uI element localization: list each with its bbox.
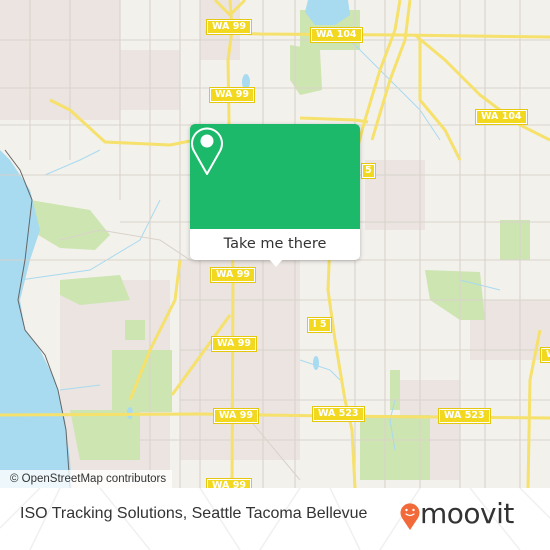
location-popup: Take me there: [190, 124, 360, 267]
road-label-wa104: WA 104: [475, 109, 528, 125]
road-label-i5: I 5: [306, 317, 333, 333]
road-label-wa523: WA 523: [312, 406, 365, 422]
popup-pointer: [268, 258, 284, 267]
road-label-wa99: WA 99: [206, 478, 252, 488]
road-label-i5: 5: [361, 163, 376, 179]
map-attribution[interactable]: © OpenStreetMap contributors: [0, 470, 173, 488]
road-label-partial: W: [539, 347, 550, 363]
map-pin-icon: [191, 127, 223, 175]
place-name: ISO Tracking Solutions, Seattle Tacoma B…: [20, 505, 368, 522]
road-label-wa523: WA 523: [438, 408, 491, 424]
road-label-wa104: WA 104: [310, 27, 363, 43]
popup-header: [190, 124, 360, 229]
road-label-wa99: WA 99: [213, 408, 259, 424]
footer-bar: ISO Tracking Solutions, Seattle Tacoma B…: [0, 488, 550, 550]
map[interactable]: WA 99 WA 104 WA 99 WA 104 5 WA 99 I 5 WA…: [0, 0, 550, 488]
road-label-wa99: WA 99: [211, 336, 257, 352]
road-label-wa99: WA 99: [210, 267, 256, 283]
road-label-wa99: WA 99: [209, 87, 255, 103]
moovit-pin-logo-icon: [400, 503, 420, 530]
take-me-there-button[interactable]: Take me there: [190, 229, 360, 260]
road-label-wa99: WA 99: [206, 19, 252, 35]
moovit-wordmark: moovit: [420, 497, 514, 530]
